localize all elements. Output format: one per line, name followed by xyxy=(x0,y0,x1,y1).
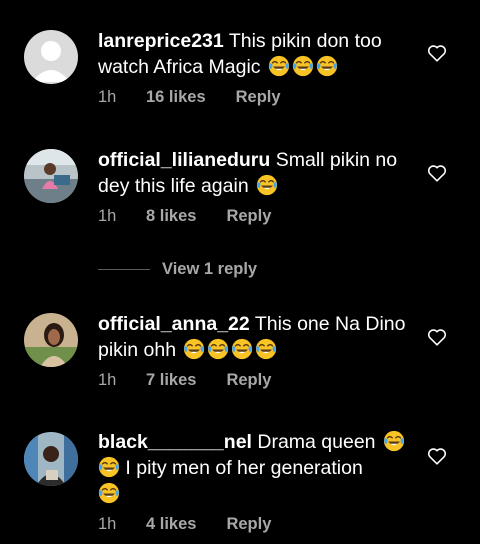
view-replies-label[interactable]: View 1 reply xyxy=(162,260,257,278)
heart-outline-icon[interactable] xyxy=(427,328,447,346)
face-with-tears-of-joy-icon xyxy=(268,55,290,77)
avatar[interactable] xyxy=(24,149,78,203)
view-replies-button[interactable]: View 1 reply xyxy=(98,258,257,280)
comment-time: 1h xyxy=(98,515,117,533)
comment-meta: 1h 4 likes Reply xyxy=(98,513,271,535)
comment-username[interactable]: official_anna_22 xyxy=(98,313,250,335)
comment-likes[interactable]: 16 likes xyxy=(146,86,206,108)
face-with-tears-of-joy-icon xyxy=(255,338,277,360)
comment-text-block: official_anna_22 This one Na Dino pikin … xyxy=(98,311,416,363)
comment-username[interactable]: official_lilianeduru xyxy=(98,149,270,171)
comment-meta: 1h 8 likes Reply xyxy=(98,205,271,227)
face-with-tears-of-joy-icon xyxy=(207,338,229,360)
comment-likes[interactable]: 7 likes xyxy=(146,369,196,391)
comment-likes[interactable]: 4 likes xyxy=(146,513,196,535)
face-with-tears-of-joy-icon xyxy=(183,338,205,360)
comment-meta: 1h 16 likes Reply xyxy=(98,86,281,108)
face-with-tears-of-joy-icon xyxy=(256,174,278,196)
comment-text: I pity men of her generation xyxy=(125,457,363,479)
face-with-tears-of-joy-icon xyxy=(383,430,405,452)
comment-text-block: official_lilianeduru Small pikin no dey … xyxy=(98,147,416,199)
avatar[interactable] xyxy=(24,313,78,367)
comment-time: 1h xyxy=(98,207,117,225)
comment-text-block: black_______nel Drama queen I pity men o… xyxy=(98,429,416,507)
comment-time: 1h xyxy=(98,371,117,389)
reply-button[interactable]: Reply xyxy=(226,369,271,391)
face-with-tears-of-joy-icon xyxy=(231,338,253,360)
heart-outline-icon[interactable] xyxy=(427,44,447,62)
reply-button[interactable]: Reply xyxy=(226,205,271,227)
face-with-tears-of-joy-icon xyxy=(292,55,314,77)
avatar[interactable] xyxy=(24,30,78,84)
avatar[interactable] xyxy=(24,432,78,486)
comment-text-block: lanreprice231 This pikin don too watch A… xyxy=(98,28,416,80)
heart-outline-icon[interactable] xyxy=(427,447,447,465)
comment-likes[interactable]: 8 likes xyxy=(146,205,196,227)
heart-outline-icon[interactable] xyxy=(427,164,447,182)
comment-text: Drama queen xyxy=(257,431,376,453)
comment-username[interactable]: lanreprice231 xyxy=(98,30,224,52)
face-with-tears-of-joy-icon xyxy=(316,55,338,77)
reply-button[interactable]: Reply xyxy=(226,513,271,535)
divider xyxy=(98,269,150,271)
face-with-tears-of-joy-icon xyxy=(98,482,120,504)
comment-username[interactable]: black_______nel xyxy=(98,431,252,453)
comment-time: 1h xyxy=(98,88,117,106)
comment-meta: 1h 7 likes Reply xyxy=(98,369,271,391)
reply-button[interactable]: Reply xyxy=(236,86,281,108)
face-with-tears-of-joy-icon xyxy=(98,456,120,478)
